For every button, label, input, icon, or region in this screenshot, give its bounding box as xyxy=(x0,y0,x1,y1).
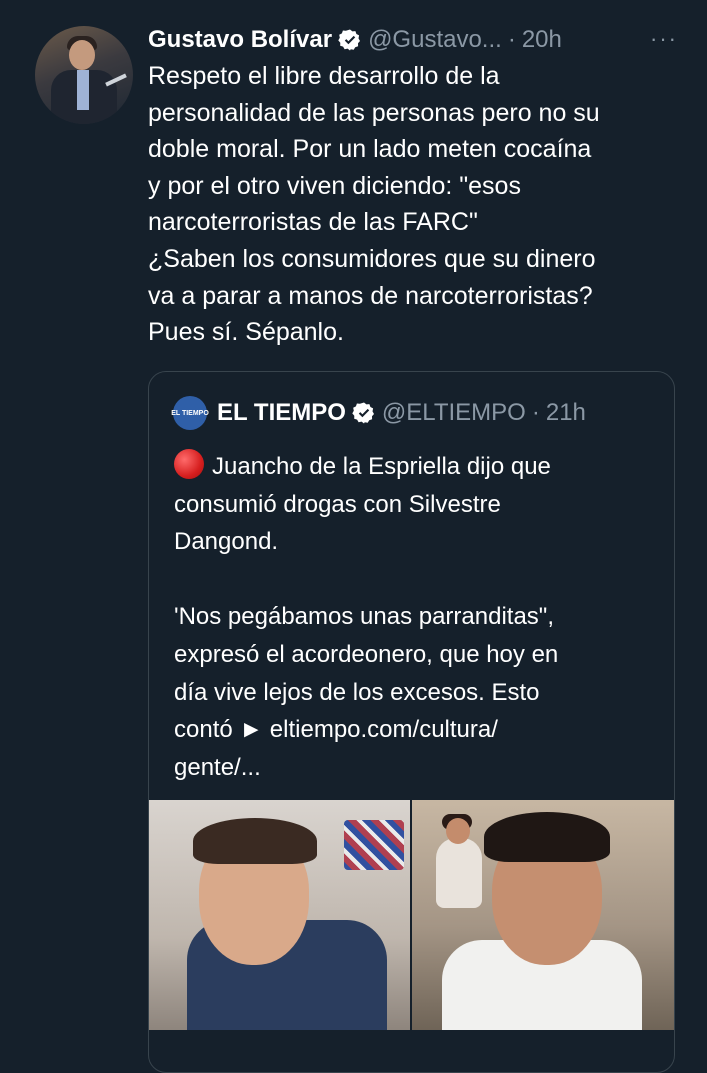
quoted-text-line: gente/... xyxy=(174,753,261,781)
tweet-text-line: doble moral. Por un lado meten cocaína xyxy=(148,135,592,164)
separator-dot: · xyxy=(531,399,540,426)
separator-dot: · xyxy=(507,26,516,53)
photo-hair xyxy=(484,812,610,862)
author-handle[interactable]: @Gustavo... xyxy=(368,26,502,54)
avatar-head xyxy=(69,40,95,70)
photo-juancho[interactable] xyxy=(149,800,410,1030)
more-options-icon[interactable]: ··· xyxy=(650,26,678,52)
verified-badge-icon xyxy=(338,29,361,51)
verified-badge-icon xyxy=(352,402,374,424)
photo-background-person xyxy=(436,838,482,908)
el-tiempo-logo[interactable]: EL TIEMPO xyxy=(171,396,209,430)
tweet-header: Gustavo Bolívar @Gustavo... · 20h ··· xyxy=(148,20,678,60)
tweet-text-line: Respeto el libre desarrollo de la xyxy=(148,62,500,90)
tweet-time[interactable]: 20h xyxy=(522,26,562,54)
tweet-text-line: Pues sí. Sépanlo. xyxy=(148,318,344,347)
author-name[interactable]: Gustavo Bolívar xyxy=(148,26,332,54)
quoted-tweet-media[interactable] xyxy=(149,800,674,1030)
tweet-text-line: narcoterroristas de las FARC" xyxy=(148,208,478,237)
avatar[interactable] xyxy=(35,26,133,124)
quoted-text-line: 'Nos pegábamos unas parranditas", xyxy=(174,603,554,631)
quoted-tweet-header: EL TIEMPO EL TIEMPO @ELTIEMPO · 21h xyxy=(171,396,586,430)
tweet-text-line: y por el otro viven diciendo: "esos xyxy=(148,171,521,200)
quoted-tweet-time[interactable]: 21h xyxy=(546,399,586,427)
quoted-text-line-content: Juancho de la Espriella dijo que xyxy=(212,453,551,480)
quoted-author-name[interactable]: EL TIEMPO xyxy=(217,399,346,427)
quoted-text-line: contó ► eltiempo.com/cultura/ xyxy=(174,716,498,744)
quoted-text-line: consumió drogas con Silvestre xyxy=(174,490,501,518)
tweet-text: Respeto el libre desarrollo de la person… xyxy=(148,58,688,351)
quoted-text-line: día vive lejos de los excesos. Esto xyxy=(174,678,540,706)
quoted-text-line: Juancho de la Espriella dijo que xyxy=(174,448,664,486)
avatar-shirt xyxy=(77,70,89,110)
photo-background-bag xyxy=(344,820,404,870)
quoted-text-line: Dangond. xyxy=(174,528,279,556)
red-circle-icon xyxy=(174,449,204,479)
tweet-text-line: va a parar a manos de narcoterroristas? xyxy=(148,281,593,310)
photo-background-head xyxy=(446,818,470,844)
tweet-text-line: ¿Saben los consumidores que su dinero xyxy=(148,244,596,273)
photo-hair xyxy=(193,818,317,864)
quoted-text-line: expresó el acordeonero, que hoy en xyxy=(174,640,559,668)
tweet-text-line: personalidad de las personas pero no su xyxy=(148,98,600,127)
quoted-tweet-text: Juancho de la Espriella dijo que consumi… xyxy=(174,448,664,786)
quoted-tweet[interactable]: EL TIEMPO EL TIEMPO @ELTIEMPO · 21h Juan… xyxy=(148,371,675,1073)
quoted-author-handle[interactable]: @ELTIEMPO xyxy=(382,399,526,427)
photo-silvestre[interactable] xyxy=(412,800,674,1030)
quoted-text-line xyxy=(174,561,664,599)
